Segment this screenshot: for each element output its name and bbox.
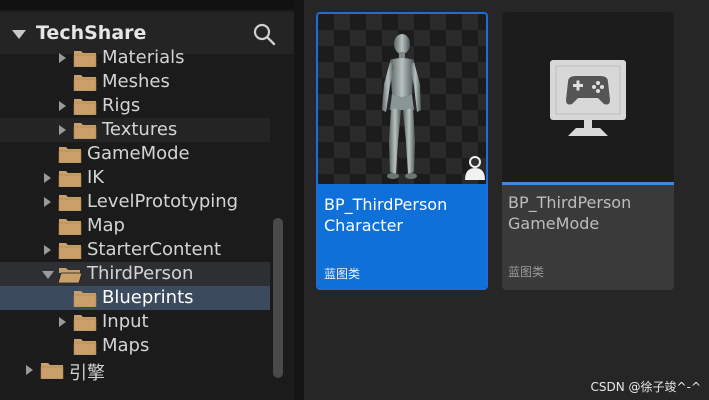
tree-item-label: Textures xyxy=(102,119,178,140)
tree-item-thirdperson[interactable]: ThirdPerson xyxy=(0,262,270,286)
tree-item-startercontent[interactable]: StarterContent xyxy=(0,238,270,262)
tree-scrollbar-thumb[interactable] xyxy=(273,218,283,378)
folder-icon xyxy=(73,315,97,331)
expand-arrow-right-icon[interactable] xyxy=(44,245,51,255)
tree-item-label: Map xyxy=(87,215,125,236)
tree-item-label: Input xyxy=(102,311,149,332)
collapse-caret-icon[interactable] xyxy=(12,30,26,39)
tree-item-meshes[interactable]: Meshes xyxy=(0,70,270,94)
search-icon[interactable] xyxy=(252,22,276,46)
character-mannequin-icon xyxy=(382,34,485,180)
asset-info: BP_ThirdPerson GameMode 蓝图类 xyxy=(502,185,674,290)
expand-arrow-right-icon[interactable] xyxy=(44,173,51,183)
tree-item-label: Rigs xyxy=(102,95,141,116)
tree-item-label: LevelPrototyping xyxy=(87,191,239,212)
expand-arrow-down-icon[interactable] xyxy=(42,271,54,279)
tree-item-label: Meshes xyxy=(102,71,170,92)
tree-item-label: GameMode xyxy=(87,143,190,164)
tree-item-textures[interactable]: Textures xyxy=(0,118,270,142)
folder-open-icon xyxy=(58,268,82,283)
expand-arrow-right-icon[interactable] xyxy=(59,317,66,327)
tree-item--[interactable]: 引擎 xyxy=(0,358,270,384)
tree-root-title[interactable]: TechShare xyxy=(36,22,146,44)
tree-item-materials[interactable]: Materials xyxy=(0,46,270,70)
asset-thumbnail xyxy=(318,14,486,184)
folder-icon xyxy=(58,195,82,211)
watermark: CSDN @徐子竣^-^ xyxy=(590,380,701,394)
gamemode-monitor-icon xyxy=(550,60,626,136)
asset-name: BP_ThirdPerson GameMode xyxy=(508,193,632,233)
tree-item-map[interactable]: Map xyxy=(0,214,270,238)
expand-arrow-right-icon[interactable] xyxy=(26,365,33,375)
asset-type-label: 蓝图类 xyxy=(508,265,545,279)
asset-tile-character[interactable]: BP_ThirdPerson Character 蓝图类 xyxy=(316,12,488,290)
tree-item-maps[interactable]: Maps xyxy=(0,334,270,358)
tree-item-label: IK xyxy=(87,167,105,188)
folder-icon xyxy=(73,51,97,67)
folder-tree-panel: TechShare Materials Meshes Rigs Textures Gam… xyxy=(0,0,294,400)
tree-item-ik[interactable]: IK xyxy=(0,166,270,190)
folder-icon xyxy=(73,75,97,91)
tree-item-label: Materials xyxy=(102,47,185,68)
expand-arrow-right-icon[interactable] xyxy=(44,197,51,207)
tree-item-label: StarterContent xyxy=(87,239,222,260)
folder-icon xyxy=(58,171,82,187)
folder-icon xyxy=(73,99,97,115)
expand-arrow-right-icon[interactable] xyxy=(59,101,66,111)
tree-item-gamemode[interactable]: GameMode xyxy=(0,142,270,166)
tree-item-label: ThirdPerson xyxy=(87,263,194,284)
asset-thumbnail xyxy=(502,12,674,182)
folder-icon xyxy=(73,339,97,355)
panel-top-strip xyxy=(0,0,294,10)
asset-type-label: 蓝图类 xyxy=(324,267,361,281)
folder-icon xyxy=(58,219,82,235)
expand-arrow-right-icon[interactable] xyxy=(59,125,66,135)
tree-item-levelprototyping[interactable]: LevelPrototyping xyxy=(0,190,270,214)
tree-item-label: 引擎 xyxy=(69,363,105,384)
pawn-badge-icon xyxy=(465,156,485,180)
panel-divider[interactable] xyxy=(294,0,304,400)
tree-item-input[interactable]: Input xyxy=(0,310,270,334)
folder-icon xyxy=(58,147,82,163)
tree-item-blueprints[interactable]: Blueprints xyxy=(0,286,270,310)
asset-grid: BP_ThirdPerson Character 蓝图类 BP_ThirdPer… xyxy=(304,0,709,400)
folder-icon xyxy=(58,243,82,259)
asset-tile-gamemode[interactable]: BP_ThirdPerson GameMode 蓝图类 xyxy=(502,12,674,290)
folder-icon xyxy=(40,363,64,379)
expand-arrow-right-icon[interactable] xyxy=(59,53,66,63)
tree-item-label: Maps xyxy=(102,335,150,356)
folder-icon xyxy=(73,123,97,139)
asset-name: BP_ThirdPerson Character xyxy=(324,195,448,235)
asset-info: BP_ThirdPerson Character 蓝图类 xyxy=(318,187,486,288)
tree-item-label: Blueprints xyxy=(102,287,194,308)
tree-item-rigs[interactable]: Rigs xyxy=(0,94,270,118)
folder-icon xyxy=(73,291,97,307)
